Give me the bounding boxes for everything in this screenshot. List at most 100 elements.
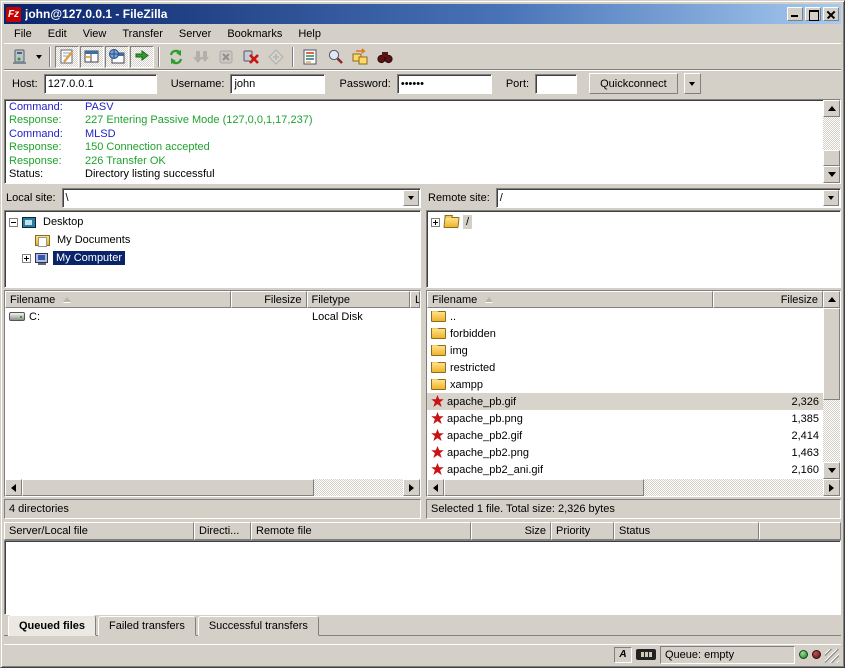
local-site-combobox[interactable]: \ (62, 188, 421, 208)
menu-bookmarks[interactable]: Bookmarks (219, 26, 290, 42)
filter-button[interactable] (298, 46, 322, 68)
remote-site-combobox[interactable]: / (496, 188, 841, 208)
remote-list-row[interactable]: apache_pb2.gif 2,414 (427, 427, 823, 444)
remote-list-row[interactable]: forbidden (427, 325, 823, 342)
password-input[interactable] (397, 74, 492, 94)
column-header-filetype[interactable]: Filetype (307, 291, 411, 308)
disk-drive-icon (9, 312, 25, 321)
disconnect-button[interactable] (239, 46, 263, 68)
scrollbar-thumb[interactable] (444, 479, 644, 496)
username-input[interactable] (230, 74, 325, 94)
expand-icon[interactable] (22, 254, 31, 263)
toggle-remote-tree-button[interactable] (105, 46, 129, 68)
remote-horizontal-scrollbar[interactable] (427, 479, 840, 496)
menu-help[interactable]: Help (290, 26, 329, 42)
site-manager-dropdown[interactable] (33, 46, 45, 68)
file-search-button[interactable] (323, 46, 347, 68)
remote-pane: Remote site: / / Filename (426, 187, 841, 519)
password-label: Password: (339, 78, 390, 90)
queue-body[interactable] (4, 540, 841, 615)
remote-list-row[interactable]: img (427, 342, 823, 359)
scroll-right-button[interactable] (403, 479, 420, 496)
column-header-filename[interactable]: Filename (427, 291, 713, 308)
scrollbar-thumb[interactable] (22, 479, 314, 496)
local-list-row-c-drive[interactable]: C: Local Disk (5, 308, 420, 325)
toggle-message-log-button[interactable] (55, 46, 79, 68)
column-header-size[interactable]: Size (471, 522, 551, 540)
column-header-lastmodified[interactable]: L (410, 291, 420, 308)
directory-comparison-button[interactable] (373, 46, 397, 68)
column-header-filesize[interactable]: Filesize (231, 291, 307, 308)
column-header-filename[interactable]: Filename (5, 291, 231, 308)
remote-list-row-selected[interactable]: apache_pb.gif 2,326 (427, 393, 823, 410)
tab-failed-transfers[interactable]: Failed transfers (98, 616, 196, 636)
scroll-down-button[interactable] (823, 166, 840, 183)
remote-list-row[interactable]: xampp (427, 376, 823, 393)
site-manager-button[interactable] (8, 46, 32, 68)
tab-successful-transfers[interactable]: Successful transfers (198, 616, 319, 636)
scroll-left-button[interactable] (5, 479, 22, 496)
menu-edit[interactable]: Edit (40, 26, 75, 42)
menu-transfer[interactable]: Transfer (114, 26, 171, 42)
filezilla-window: Fz john@127.0.0.1 - FileZilla File Edit … (0, 0, 845, 668)
local-horizontal-scrollbar[interactable] (5, 479, 420, 496)
remote-list-row[interactable]: .. (427, 308, 823, 325)
log-label: Status: (9, 168, 85, 181)
scroll-down-button[interactable] (823, 462, 840, 479)
column-header-filesize[interactable]: Filesize (713, 291, 823, 308)
synchronized-browsing-button[interactable] (348, 46, 372, 68)
sort-ascending-icon (485, 297, 493, 302)
remote-list-row[interactable]: apache_pb.png 1,385 (427, 410, 823, 427)
collapse-icon[interactable] (9, 218, 18, 227)
refresh-button[interactable] (164, 46, 188, 68)
remote-vertical-scrollbar[interactable] (823, 291, 840, 479)
maximize-button[interactable] (805, 7, 821, 21)
column-header-server-local-file[interactable]: Server/Local file (4, 522, 194, 540)
combo-dropdown-icon[interactable] (823, 190, 839, 206)
menu-file[interactable]: File (6, 26, 40, 42)
combo-dropdown-icon[interactable] (403, 190, 419, 206)
remote-list-row[interactable]: apache_pb2.png 1,463 (427, 444, 823, 461)
tab-queued-files[interactable]: Queued files (8, 615, 96, 636)
menu-view[interactable]: View (75, 26, 115, 42)
toolbar-separator (292, 47, 294, 67)
remote-list-row[interactable]: restricted (427, 359, 823, 376)
column-header-status[interactable]: Status (614, 522, 759, 540)
port-input[interactable] (535, 74, 577, 94)
data-type-indicator-icon[interactable]: A (614, 647, 632, 663)
resize-grip[interactable] (825, 649, 839, 663)
scrollbar-thumb[interactable] (823, 308, 840, 400)
column-header-remote-file[interactable]: Remote file (251, 522, 471, 540)
menu-server[interactable]: Server (171, 26, 219, 42)
scroll-up-button[interactable] (823, 100, 840, 117)
toggle-transfer-queue-button[interactable] (130, 46, 154, 68)
quickconnect-button[interactable]: Quickconnect (589, 73, 678, 94)
remote-list-row[interactable]: apache_pb2_ani.gif 2,160 (427, 461, 823, 478)
scroll-right-button[interactable] (823, 479, 840, 496)
quickconnect-dropdown[interactable] (684, 73, 701, 94)
toolbar-separator (158, 47, 160, 67)
scroll-up-button[interactable] (823, 291, 840, 308)
expand-icon[interactable] (431, 218, 440, 227)
tree-item-root[interactable]: / (431, 213, 840, 231)
queue-header: Server/Local file Directi... Remote file… (4, 522, 841, 540)
speed-limits-icon[interactable] (636, 649, 656, 660)
close-button[interactable] (823, 7, 839, 21)
host-input[interactable] (44, 74, 157, 94)
minimize-button[interactable] (787, 7, 803, 21)
folder-icon (431, 379, 446, 390)
tree-item-desktop[interactable]: Desktop (9, 213, 420, 231)
desktop-icon (22, 217, 36, 228)
tree-item-my-computer[interactable]: My Computer (9, 249, 420, 267)
activity-led-green-icon (799, 650, 808, 659)
log-text: 150 Connection accepted (85, 141, 210, 154)
toggle-local-tree-button[interactable] (80, 46, 104, 68)
local-list-header: Filename Filesize Filetype L (5, 291, 420, 308)
window-title: john@127.0.0.1 - FileZilla (25, 7, 787, 21)
column-header-priority[interactable]: Priority (551, 522, 614, 540)
scrollbar-thumb[interactable] (823, 150, 840, 166)
tree-item-my-documents[interactable]: My Documents (9, 231, 420, 249)
column-header-direction[interactable]: Directi... (194, 522, 251, 540)
scroll-left-button[interactable] (427, 479, 444, 496)
log-vertical-scrollbar[interactable] (823, 100, 840, 183)
